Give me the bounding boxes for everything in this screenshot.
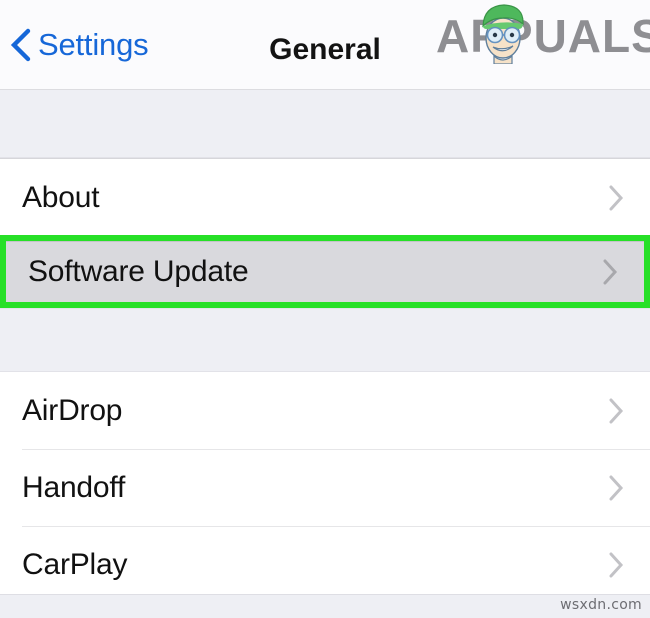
list-item-handoff[interactable]: Handoff: [0, 449, 650, 526]
appuals-wordmark: APPUALS: [436, 10, 650, 62]
list-item-airdrop[interactable]: AirDrop: [0, 372, 650, 449]
back-to-settings-button[interactable]: Settings: [10, 27, 149, 62]
back-button-label: Settings: [38, 27, 149, 62]
list-top-spacer: [0, 90, 650, 158]
navigation-bar: Settings General APPUALS: [0, 0, 650, 90]
list-item-label: Handoff: [22, 470, 126, 504]
chevron-left-icon: [10, 28, 31, 62]
list-item-about[interactable]: About: [0, 159, 650, 236]
chevron-right-icon: [603, 259, 618, 285]
list-item-carplay[interactable]: CarPlay: [0, 526, 650, 603]
continuity-section: AirDrop Handoff CarPlay: [0, 372, 650, 603]
list-item-label: AirDrop: [22, 393, 123, 427]
list-item-label: CarPlay: [22, 547, 128, 581]
appuals-mascot-icon: [482, 4, 524, 64]
chevron-right-icon: [609, 552, 624, 577]
chevron-right-icon: [609, 475, 624, 500]
list-item-software-update[interactable]: Software Update: [6, 241, 644, 302]
settings-list: About Software Update AirDrop Handoff Ca…: [0, 90, 650, 618]
chevron-right-icon: [609, 185, 624, 210]
list-item-label: About: [22, 180, 100, 214]
software-update-highlight-box: Software Update: [0, 235, 650, 308]
list-section-spacer: [0, 308, 650, 372]
appuals-logo: APPUALS: [436, 2, 650, 68]
watermark-label: wsxdn.com: [560, 597, 642, 613]
footer-strip: wsxdn.com: [0, 594, 650, 618]
device-info-section: About: [0, 158, 650, 236]
list-item-label: Software Update: [28, 255, 249, 288]
chevron-right-icon: [609, 398, 624, 423]
